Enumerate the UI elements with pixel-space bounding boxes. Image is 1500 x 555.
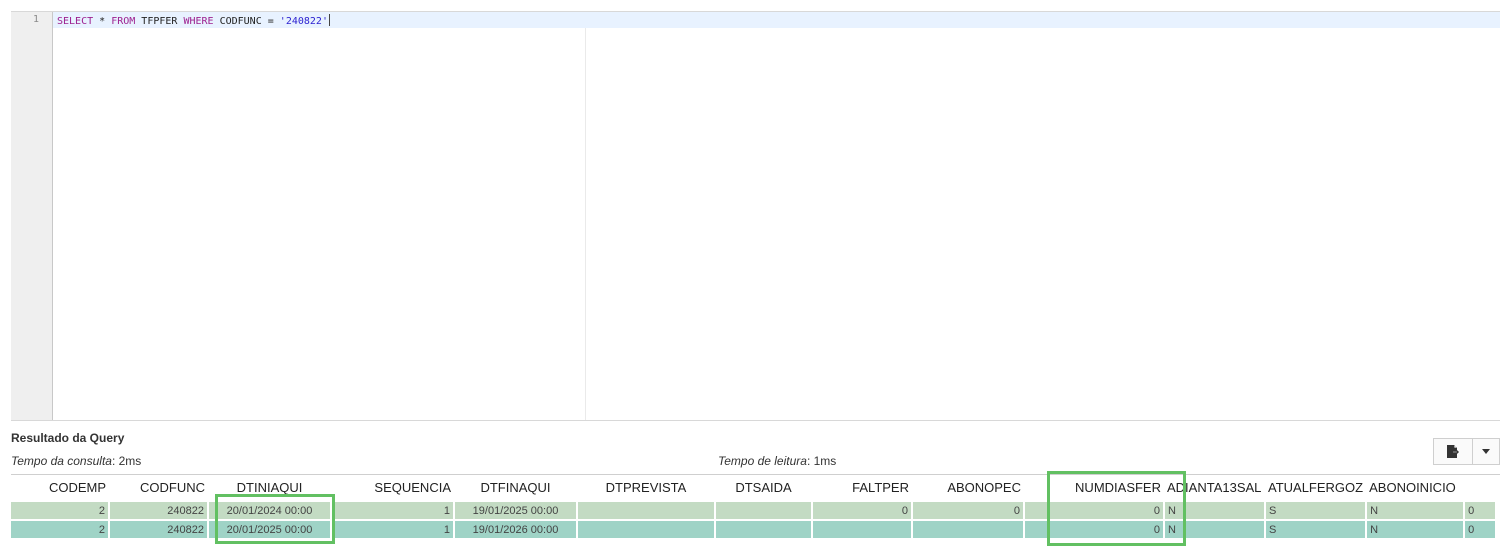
column-header-codfunc[interactable]: CODFUNC <box>110 475 207 500</box>
code-table: TFPFER <box>135 16 184 27</box>
code-column: CODFUNC = <box>213 16 280 27</box>
cell-faltper[interactable]: 0 <box>813 502 911 519</box>
read-time-label: Tempo de leitura <box>718 454 807 468</box>
code-line[interactable]: SELECT * FROM TFPFER WHERE CODFUNC = '24… <box>57 14 330 27</box>
caret-down-icon <box>1482 449 1490 454</box>
column-header-dtiniaqui[interactable]: DTINIAQUI <box>209 475 330 500</box>
cell-adianta13sal[interactable]: N <box>1165 521 1264 538</box>
cell-dtiniaqui[interactable]: 20/01/2025 00:00 <box>209 521 330 538</box>
cell-dtsaida[interactable] <box>716 502 811 519</box>
column-header-faltper[interactable]: FALTPER <box>813 475 911 500</box>
column-header-sequencia[interactable]: SEQUENCIA <box>332 475 453 500</box>
cell-abonoinicio[interactable]: N <box>1367 521 1464 538</box>
result-grid[interactable]: CODEMP CODFUNC DTINIAQUI SEQUENCIA DTFIN… <box>11 474 1500 545</box>
keyword-select: SELECT <box>57 16 94 27</box>
column-header-dtsaida[interactable]: DTSAIDA <box>716 475 811 500</box>
code-star: * <box>93 16 112 27</box>
column-header-codemp[interactable]: CODEMP <box>11 475 108 500</box>
text-cursor <box>328 14 330 26</box>
cell-codemp[interactable]: 2 <box>11 521 108 538</box>
cell-abonoinicio[interactable]: N <box>1367 502 1464 519</box>
column-header-adianta13sal[interactable]: ADIANTA13SAL <box>1165 475 1264 500</box>
column-header-overflow[interactable] <box>1465 475 1496 500</box>
result-title: Resultado da Query <box>11 431 125 445</box>
query-time-value: : 2ms <box>111 454 142 468</box>
cell-abonopec[interactable]: 0 <box>913 502 1023 519</box>
column-header-dtprevista[interactable]: DTPREVISTA <box>578 475 714 500</box>
line-number: 1 <box>32 14 39 25</box>
column-header-dtfinaqui[interactable]: DTFINAQUI <box>455 475 576 500</box>
export-button[interactable] <box>1433 438 1473 465</box>
column-header-abonoinicio[interactable]: ABONOINICIO <box>1367 475 1464 500</box>
cell-faltper[interactable] <box>813 521 911 538</box>
export-dropdown-button[interactable] <box>1473 438 1500 465</box>
keyword-from: FROM <box>111 16 136 27</box>
cell-codfunc[interactable]: 240822 <box>110 521 207 538</box>
read-time-value: : 1ms <box>806 454 837 468</box>
cell-adianta13sal[interactable]: N <box>1165 502 1264 519</box>
cell-atualfergoz[interactable]: S <box>1266 521 1366 538</box>
cell-dtfinaqui[interactable]: 19/01/2026 00:00 <box>455 521 576 538</box>
cell-numdiasfer[interactable]: 0 <box>1025 502 1163 519</box>
cell-dtfinaqui[interactable]: 19/01/2025 00:00 <box>455 502 576 519</box>
keyword-where: WHERE <box>183 16 214 27</box>
read-time: Tempo de leitura: 1ms <box>718 454 836 468</box>
print-margin <box>585 28 586 420</box>
code-string: '240822' <box>279 16 328 27</box>
cell-overflow[interactable]: 0 <box>1465 521 1496 538</box>
cell-atualfergoz[interactable]: S <box>1266 502 1366 519</box>
cell-codfunc[interactable]: 240822 <box>110 502 207 519</box>
column-header-abonopec[interactable]: ABONOPEC <box>913 475 1023 500</box>
cell-dtsaida[interactable] <box>716 521 811 538</box>
cell-sequencia[interactable]: 1 <box>332 502 453 519</box>
cell-numdiasfer[interactable]: 0 <box>1025 521 1163 538</box>
cell-dtiniaqui[interactable]: 20/01/2024 00:00 <box>209 502 330 519</box>
line-gutter: 1 <box>11 12 53 420</box>
cell-sequencia[interactable]: 1 <box>332 521 453 538</box>
query-time-label: Tempo da consulta <box>11 454 112 468</box>
column-header-atualfergoz[interactable]: ATUALFERGOZ <box>1266 475 1366 500</box>
cell-overflow[interactable]: 0 <box>1465 502 1496 519</box>
column-header-numdiasfer[interactable]: NUMDIASFER <box>1025 475 1163 500</box>
cell-abonopec[interactable] <box>913 521 1023 538</box>
cell-dtprevista[interactable] <box>578 502 714 519</box>
cell-dtprevista[interactable] <box>578 521 714 538</box>
table-row[interactable]: 2 240822 20/01/2025 00:00 1 19/01/2026 0… <box>11 521 1496 538</box>
cell-codemp[interactable]: 2 <box>11 502 108 519</box>
export-file-icon <box>1447 445 1460 458</box>
query-time: Tempo da consulta: 2ms <box>11 454 141 468</box>
sql-editor[interactable]: 1 SELECT * FROM TFPFER WHERE CODFUNC = '… <box>11 11 1500 421</box>
header-row: CODEMP CODFUNC DTINIAQUI SEQUENCIA DTFIN… <box>11 475 1496 500</box>
table-row[interactable]: 2 240822 20/01/2024 00:00 1 19/01/2025 0… <box>11 502 1496 519</box>
